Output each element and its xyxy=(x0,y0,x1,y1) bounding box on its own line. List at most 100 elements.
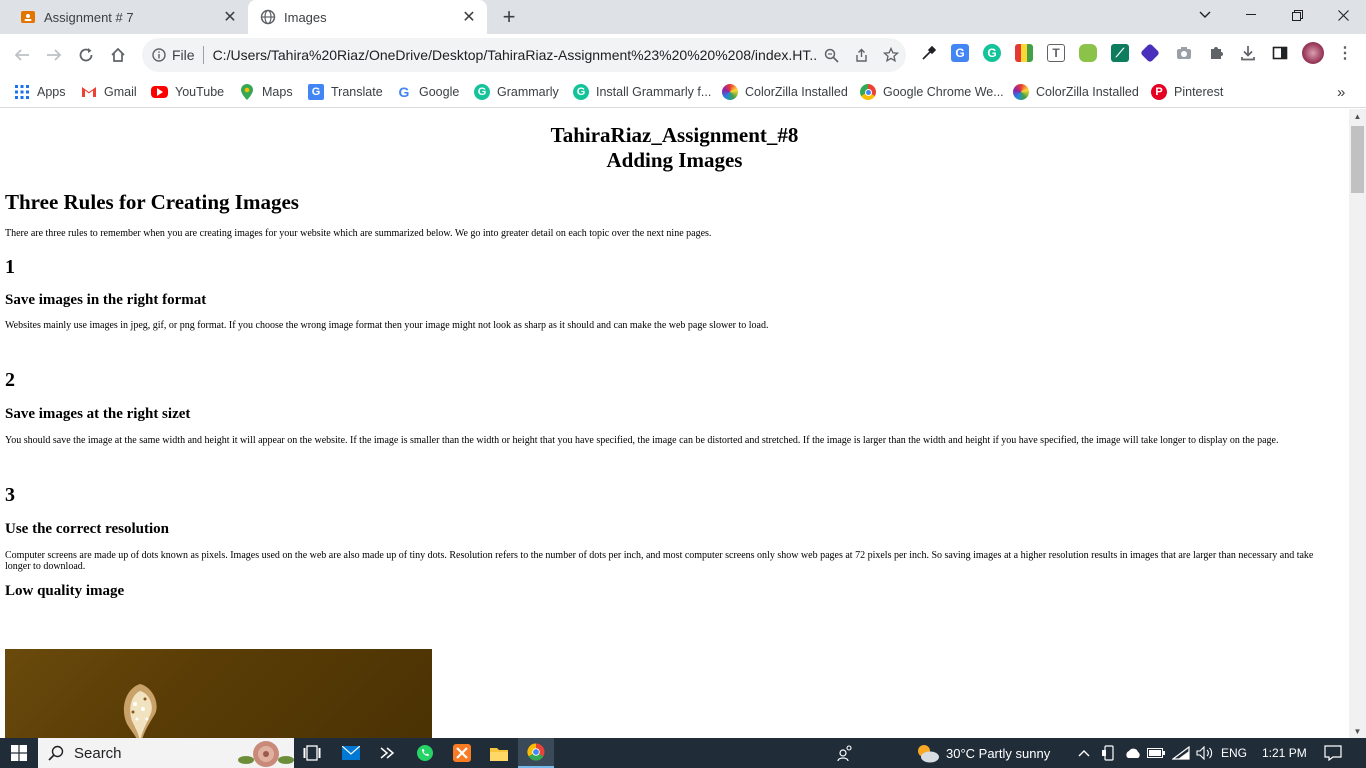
bookmark-label: Pinterest xyxy=(1174,85,1224,99)
butterfly-illustration xyxy=(123,684,157,738)
apps-grid-icon xyxy=(14,84,30,100)
globe-icon xyxy=(260,9,276,25)
download-icon[interactable] xyxy=(1239,44,1257,62)
bookmark-maps[interactable]: Maps xyxy=(239,82,293,102)
grammarly-icon[interactable]: G xyxy=(983,44,1001,62)
bookmark-label: ColorZilla Installed xyxy=(1036,85,1139,99)
chrome-taskbar-icon[interactable] xyxy=(518,738,554,768)
close-window-button[interactable] xyxy=(1320,0,1366,30)
chevron-up-icon[interactable] xyxy=(1071,741,1097,765)
rule-text: Computer screens are made up of dots kno… xyxy=(5,550,1314,572)
bookmark-colorzilla[interactable]: ColorZilla Installed xyxy=(722,82,848,102)
weather-text[interactable]: 30°C Partly sunny xyxy=(946,738,1050,768)
image-heading: Low quality image xyxy=(5,583,125,599)
device-icon[interactable] xyxy=(1096,741,1122,765)
rule-text: Websites mainly use images in jpeg, gif,… xyxy=(5,320,769,331)
bookmark-gmail[interactable]: Gmail xyxy=(81,82,137,102)
windows-start-icon[interactable] xyxy=(6,741,32,765)
people-icon[interactable] xyxy=(833,741,859,765)
taskbar-search-box[interactable]: Search xyxy=(38,738,294,768)
bookmark-label: ColorZilla Installed xyxy=(745,85,848,99)
scroll-up-arrow-icon[interactable]: ▲ xyxy=(1349,109,1366,123)
new-tab-button[interactable]: + xyxy=(496,4,522,29)
bookmark-grammarly[interactable]: G Grammarly xyxy=(474,82,559,102)
reload-button[interactable] xyxy=(70,39,102,71)
google-translate-icon[interactable]: G xyxy=(951,44,969,62)
gmail-icon xyxy=(81,84,97,100)
bookmarks-overflow-chevron-icon[interactable]: » xyxy=(1337,82,1345,102)
scroll-down-arrow-icon[interactable]: ▼ xyxy=(1349,724,1366,738)
rule-heading: Save images at the right sizet xyxy=(5,406,191,422)
bookmark-youtube[interactable]: YouTube xyxy=(151,82,224,102)
text-tool-icon[interactable]: T xyxy=(1047,44,1065,62)
tab-images[interactable]: Images ✕ xyxy=(248,0,487,34)
info-icon xyxy=(152,48,166,62)
clock-time[interactable]: 1:21 PM xyxy=(1262,738,1307,768)
star-icon[interactable] xyxy=(876,40,906,70)
whatsapp-icon[interactable] xyxy=(412,741,438,765)
xampp-icon[interactable] xyxy=(449,741,475,765)
flower-decoration-icon xyxy=(238,741,294,767)
restore-button[interactable] xyxy=(1274,0,1320,30)
bookmark-colorzilla-2[interactable]: ColorZilla Installed xyxy=(1013,82,1139,102)
rule-heading: Use the correct resolution xyxy=(5,521,169,537)
address-bar[interactable]: File C:/Users/Tahira%20Riaz/OneDrive/Des… xyxy=(142,38,906,72)
tab-title: Assignment # 7 xyxy=(44,9,134,25)
bookmark-install-grammarly[interactable]: G Install Grammarly f... xyxy=(573,82,711,102)
task-view-icon[interactable] xyxy=(299,741,325,765)
zoom-icon[interactable] xyxy=(816,40,846,70)
back-button[interactable] xyxy=(6,39,38,71)
minimize-button[interactable] xyxy=(1228,0,1274,30)
screen-record-icon[interactable] xyxy=(1079,44,1097,62)
mail-icon[interactable] xyxy=(338,741,364,765)
file-explorer-icon[interactable] xyxy=(486,741,512,765)
wifi-icon[interactable] xyxy=(1168,741,1194,765)
side-panel-icon[interactable] xyxy=(1271,44,1289,62)
share-icon[interactable] xyxy=(846,40,876,70)
close-icon[interactable]: ✕ xyxy=(220,7,240,27)
maps-icon xyxy=(239,84,255,100)
intro-paragraph: There are three rules to remember when y… xyxy=(5,228,712,239)
home-button[interactable] xyxy=(102,39,134,71)
bookmark-apps[interactable]: Apps xyxy=(14,82,66,102)
bookmarks-bar: Apps Gmail YouTube Maps G Translate G Go… xyxy=(0,76,1366,108)
notification-icon[interactable] xyxy=(1320,741,1346,765)
eyedropper-icon[interactable] xyxy=(920,44,938,62)
bookmark-chrome-web-store[interactable]: Google Chrome We... xyxy=(860,82,1004,102)
low-quality-butterfly-image xyxy=(5,649,432,738)
colorzilla-icon xyxy=(1013,84,1029,100)
tab-assignment-7[interactable]: Assignment # 7 ✕ xyxy=(8,0,248,34)
bookmark-google[interactable]: G Google xyxy=(396,82,460,102)
browser-toolbar: File C:/Users/Tahira%20Riaz/OneDrive/Des… xyxy=(0,34,1366,76)
rule-heading: Save images in the right format xyxy=(5,292,207,308)
url-text[interactable]: C:/Users/Tahira%20Riaz/OneDrive/Desktop/… xyxy=(213,47,816,63)
pen-tool-icon[interactable]: ⟋ xyxy=(1111,44,1129,62)
page-scrollbar[interactable]: ▲ ▼ xyxy=(1349,109,1366,738)
diamond-extension-icon[interactable] xyxy=(1140,43,1160,63)
tab-search-button[interactable] xyxy=(1182,0,1228,30)
app-icon[interactable] xyxy=(374,741,400,765)
volume-icon[interactable] xyxy=(1192,741,1218,765)
extensions-puzzle-icon[interactable] xyxy=(1207,44,1225,62)
camera-icon[interactable] xyxy=(1175,44,1193,62)
page-title: TahiraRiaz_Assignment_#8 Adding Images xyxy=(0,123,1349,173)
menu-kebab-icon[interactable]: ⋮ xyxy=(1336,44,1354,62)
tab-title: Images xyxy=(284,9,327,25)
profile-avatar[interactable] xyxy=(1302,42,1324,64)
search-label: Search xyxy=(74,744,122,762)
weather-icon[interactable] xyxy=(913,741,941,765)
battery-icon[interactable] xyxy=(1143,741,1169,765)
colorzilla-icon[interactable] xyxy=(1015,44,1033,62)
close-icon[interactable]: ✕ xyxy=(459,7,479,27)
bookmark-label: Translate xyxy=(331,85,383,99)
bookmark-label: Google Chrome We... xyxy=(883,85,1004,99)
bookmark-pinterest[interactable]: P Pinterest xyxy=(1151,82,1223,102)
windows-taskbar: Search 30°C Partly sunny ENG 1:21 PM xyxy=(0,738,1366,768)
home-icon xyxy=(111,47,125,62)
bookmark-translate[interactable]: G Translate xyxy=(308,82,383,102)
close-icon xyxy=(1337,9,1349,21)
scroll-thumb[interactable] xyxy=(1351,126,1364,193)
rule-number: 2 xyxy=(5,369,15,391)
forward-button[interactable] xyxy=(38,39,70,71)
language-indicator[interactable]: ENG xyxy=(1221,738,1247,768)
